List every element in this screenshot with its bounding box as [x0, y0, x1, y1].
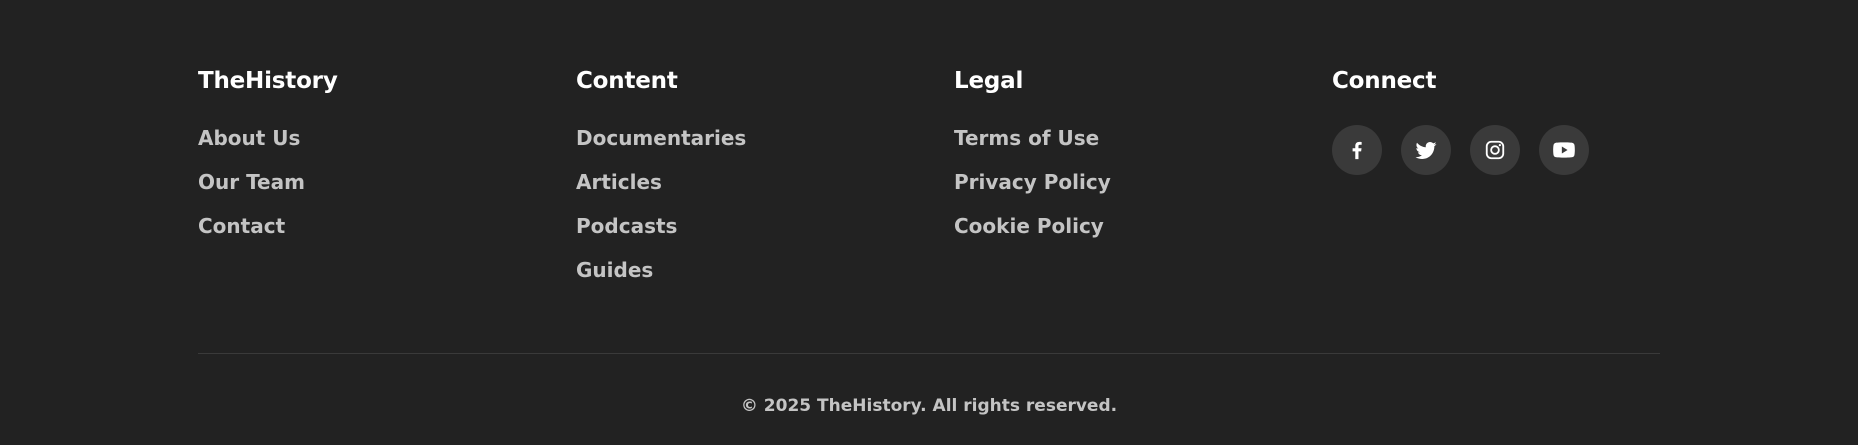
terms-of-use-link[interactable]: Terms of Use: [954, 126, 1099, 150]
column-title: Legal: [954, 68, 1024, 94]
documentaries-link[interactable]: Documentaries: [576, 126, 746, 150]
site-footer: TheHistory About Us Our Team Contact Con…: [0, 0, 1858, 445]
articles-link[interactable]: Articles: [576, 170, 662, 194]
contact-link[interactable]: Contact: [198, 214, 285, 238]
link-list: Documentaries Articles Podcasts Guides: [576, 126, 746, 302]
twitter-button[interactable]: [1401, 125, 1451, 175]
youtube-icon: [1553, 142, 1575, 158]
footer-column-connect: Connect: [1332, 66, 1589, 175]
privacy-policy-link[interactable]: Privacy Policy: [954, 170, 1111, 194]
footer-divider: [198, 353, 1660, 354]
footer-column-legal: Legal Terms of Use Privacy Policy Cookie…: [954, 66, 1111, 238]
link-list: About Us Our Team Contact: [198, 126, 305, 258]
guides-link[interactable]: Guides: [576, 258, 653, 282]
copyright-text: © 2025 TheHistory. All rights reserved.: [740, 396, 1118, 416]
column-title: Content: [576, 68, 678, 94]
footer-column-thehistory: TheHistory About Us Our Team Contact: [198, 66, 338, 238]
about-us-link[interactable]: About Us: [198, 126, 300, 150]
column-title: TheHistory: [198, 68, 338, 94]
facebook-button[interactable]: [1332, 125, 1382, 175]
instagram-button[interactable]: [1470, 125, 1520, 175]
youtube-button[interactable]: [1539, 125, 1589, 175]
twitter-icon: [1415, 142, 1437, 159]
facebook-icon: [1352, 141, 1362, 160]
footer-column-content: Content Documentaries Articles Podcasts …: [576, 66, 746, 282]
instagram-icon: [1485, 140, 1505, 160]
podcasts-link[interactable]: Podcasts: [576, 214, 677, 238]
link-list: Terms of Use Privacy Policy Cookie Polic…: [954, 126, 1111, 258]
cookie-policy-link[interactable]: Cookie Policy: [954, 214, 1104, 238]
column-title: Connect: [1332, 68, 1437, 94]
our-team-link[interactable]: Our Team: [198, 170, 305, 194]
social-links: [1332, 125, 1589, 175]
